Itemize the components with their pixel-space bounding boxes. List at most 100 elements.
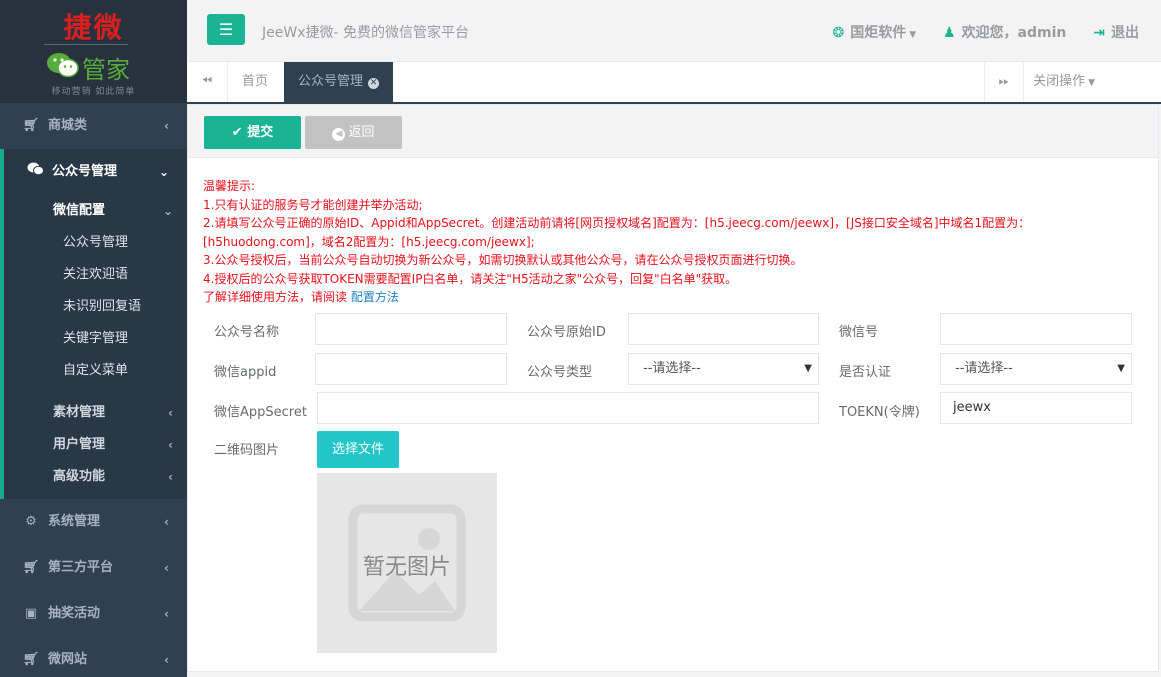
sidebar-item-mall[interactable]: 🛒︎ 商城类 ‹ (0, 103, 187, 149)
sidebar-item-third-party[interactable]: 🛒︎ 第三方平台 ‹ (0, 545, 187, 591)
wechat-no-label: 微信号 (839, 325, 879, 340)
chevron-left-icon: ‹ (164, 119, 169, 133)
verified-select[interactable]: --请选择-- ▼ (940, 353, 1132, 385)
notice-line: 4.授权后的公众号获取TOKEN需要配置IP白名单，请关注"H5活动之家"公众号… (203, 271, 738, 286)
token-label: TOEKN(令牌) (839, 405, 920, 420)
submit-button[interactable]: ✔ 提交 (204, 116, 301, 149)
account-name-label: 公众号名称 (214, 325, 280, 340)
tab-scroll-left-button[interactable]: ⏪︎ (187, 62, 228, 102)
submenu-item-unrecognized-reply[interactable]: 未识别回复语 (4, 291, 187, 323)
navbar-right: ❂ 国炬软件 ▼ ♟ 欢迎您，admin ⇥ 退出 (810, 22, 1139, 42)
chevron-left-icon: ‹ (164, 653, 169, 667)
close-ops-label: 关闭操作 (1033, 74, 1086, 89)
submenu-users[interactable]: 用户管理 ‹ (4, 429, 187, 461)
origin-id-label: 公众号原始ID (527, 325, 606, 340)
account-type-label: 公众号类型 (527, 365, 593, 380)
menu-toggle-button[interactable]: ☰ (207, 14, 245, 45)
sidebar-item-label: 第三方平台 (48, 560, 114, 575)
notice-prefix: 了解详细使用方法，请阅读 (203, 290, 348, 304)
appid-input[interactable] (315, 353, 507, 385)
site-title: JeeWx捷微- 免费的微信管家平台 (262, 25, 469, 41)
verified-label: 是否认证 (839, 365, 892, 380)
account-type-select[interactable]: --请选择-- ▼ (628, 353, 819, 385)
tab-official-accounts[interactable]: 公众号管理 ✕ (284, 62, 394, 102)
close-operations-dropdown[interactable]: 关闭操作 ▼ (1023, 62, 1105, 102)
submenu-item-custom-menu[interactable]: 自定义菜单 (4, 355, 187, 387)
sidebar-item-label: 商城类 (48, 118, 88, 133)
notice-line: 1.只有认证的服务号才能创建并举办活动; (203, 197, 423, 212)
select-arrow-icon: ▼ (804, 363, 812, 374)
submenu-label: 用户管理 (53, 437, 106, 452)
tab-scroll-right-button[interactable]: ⏩︎ (984, 62, 1024, 102)
notice-text: 温馨提示: 1.只有认证的服务号才能创建并举办活动; 2.请填写公众号正确的原始… (203, 177, 1143, 307)
cart-icon: 🛒︎ (22, 560, 40, 575)
notice-line: 了解详细使用方法，请阅读 配置方法 (203, 288, 1143, 307)
notice-line: 温馨提示: (203, 179, 256, 193)
logo-slogan: 移动营销 如此简单 (51, 87, 136, 97)
verified-value: --请选择-- (955, 361, 1013, 376)
chevron-left-icon: ‹ (168, 438, 173, 452)
logo-title: 捷微 (63, 11, 124, 44)
submit-label: 提交 (247, 125, 274, 140)
tab-home[interactable]: 首页 (228, 62, 282, 102)
backward-icon: ⏪︎ (201, 74, 213, 89)
select-arrow-icon: ▼ (1117, 363, 1125, 374)
token-input[interactable]: jeewx (940, 392, 1132, 424)
submenu-label: 素材管理 (53, 405, 106, 420)
form-toolbar: ✔ 提交 ◀ 返回 (188, 105, 1158, 158)
chevron-down-icon: ⌄ (162, 204, 173, 218)
submenu-material[interactable]: 素材管理 ‹ (4, 397, 187, 429)
submenu-item-keywords[interactable]: 关键字管理 (4, 323, 187, 355)
notice-line: 3.公众号授权后，当前公众号自动切换为新公众号，如需切换默认或其他公众号，请在公… (203, 253, 803, 267)
qrcode-label: 二维码图片 (214, 443, 280, 458)
wechat-logo-icon (47, 53, 79, 78)
wechat-icon: ❂ (832, 25, 845, 41)
company-dropdown[interactable]: ❂ 国炬软件 ▼ (832, 25, 916, 41)
sidebar-item-lottery[interactable]: ▣ 抽奖活动 ‹ (0, 591, 187, 637)
logout-link[interactable]: ⇥ 退出 (1093, 25, 1139, 41)
logout-label: 退出 (1111, 25, 1139, 41)
account-name-input[interactable] (315, 313, 507, 345)
submenu-item-account-manage[interactable]: 公众号管理 (4, 227, 187, 259)
top-navbar: ☰ JeeWx捷微- 免费的微信管家平台 ❂ 国炬软件 ▼ ♟ 欢迎您，admin ⇥… (187, 0, 1161, 62)
hamburger-icon: ☰ (218, 20, 234, 39)
main-content: ✔ 提交 ◀ 返回 温馨提示: 1.只有认证的服务号才能创建并举办活动; 2.请填… (187, 104, 1159, 672)
sidebar-item-label: 公众号管理 (52, 164, 118, 179)
sidebar: 捷微 管家 移动营销 如此简单 🛒︎ 商城类 ‹ 公众号管理 ⌄ 微信配置 ⌄ 公… (0, 0, 187, 677)
sidebar-item-official-accounts[interactable]: 公众号管理 ⌄ (0, 149, 187, 195)
no-image-text: 暂无图片 (362, 555, 451, 580)
caret-down-icon: ▼ (1088, 78, 1095, 88)
sidebar-item-label: 微网站 (48, 652, 88, 667)
submenu-official-accounts: 微信配置 ⌄ 公众号管理 关注欢迎语 未识别回复语 关键字管理 自定义菜单 素材… (0, 195, 187, 499)
choose-file-button[interactable]: 选择文件 (317, 431, 399, 468)
company-label: 国炬软件 (850, 25, 907, 41)
wechat-icon (26, 149, 44, 195)
submenu-label: 高级功能 (53, 469, 106, 484)
chevron-left-icon: ‹ (168, 406, 173, 420)
submenu-advanced[interactable]: 高级功能 ‹ (4, 461, 187, 493)
wechat-no-input[interactable] (940, 313, 1132, 345)
check-icon: ✔ (231, 125, 243, 140)
submenu-label: 微信配置 (53, 203, 106, 218)
gift-icon: ▣ (24, 606, 38, 621)
tab-close-icon[interactable]: ✕ (368, 78, 380, 89)
account-type-value: --请选择-- (643, 361, 701, 376)
sidebar-item-system[interactable]: ⚙ 系统管理 ‹ (0, 499, 187, 545)
sidebar-item-label: 抽奖活动 (48, 606, 101, 621)
back-label: 返回 (348, 125, 375, 140)
qrcode-placeholder: 暂无图片 (317, 473, 497, 653)
user-icon: ♟ (943, 25, 956, 41)
cart-icon: 🛒︎ (22, 118, 40, 133)
back-button[interactable]: ◀ 返回 (305, 116, 402, 149)
sidebar-item-microsite[interactable]: 🛒︎ 微网站 ‹ (0, 637, 187, 677)
chevron-left-icon: ‹ (164, 561, 169, 575)
submenu-item-welcome[interactable]: 关注欢迎语 (4, 259, 187, 291)
appsecret-label: 微信AppSecret (214, 405, 307, 420)
appsecret-input[interactable] (317, 392, 819, 424)
logo: 捷微 管家 移动营销 如此简单 (0, 0, 187, 103)
origin-id-input[interactable] (628, 313, 819, 345)
notice-line: 2.请填写公众号正确的原始ID、Appid和AppSecret。创建活动前请将[… (203, 216, 1031, 249)
config-method-link[interactable]: 配置方法 (351, 290, 399, 304)
chevron-left-icon: ‹ (164, 607, 169, 621)
submenu-weixin-config[interactable]: 微信配置 ⌄ (4, 195, 187, 227)
